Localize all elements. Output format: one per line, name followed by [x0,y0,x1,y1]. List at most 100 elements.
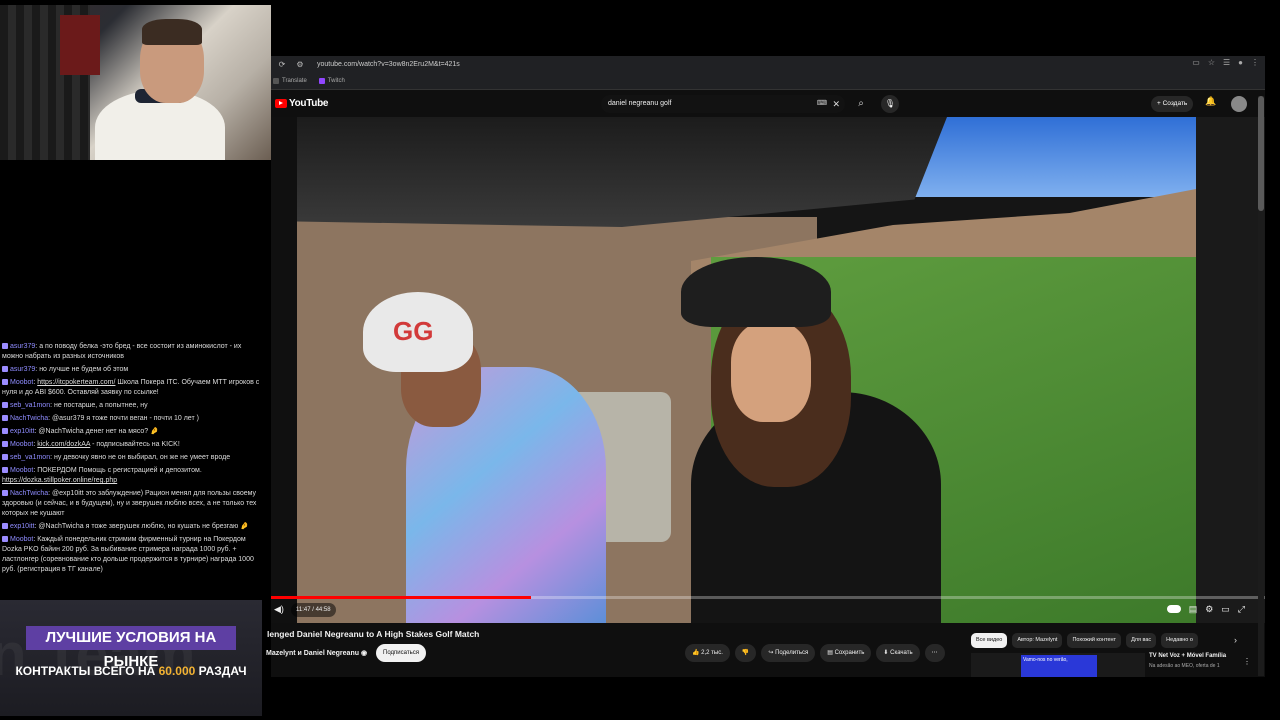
site-info-icon[interactable]: ⚙ [293,58,307,72]
chat-username[interactable]: NachTwicha [10,490,48,497]
chat-username[interactable]: Moobot [10,467,33,474]
dislike-button[interactable]: 👎 [734,644,757,662]
chat-message: seb_va1mon: не постарше, а попытнее, ну [0,401,262,414]
chip-for-you[interactable]: Для вас [1126,633,1157,648]
like-icon: 👍 [692,650,700,656]
page-scrollbar[interactable] [1258,96,1264,676]
woman-face [731,322,811,422]
chat-link[interactable]: kick.com/dozkAA [37,441,90,448]
chat-username[interactable]: exp10itt [10,428,35,435]
bookmark-label: Twitch [327,78,345,84]
chat-text: не постарше, а попытнее, ну [53,402,148,409]
download-icon: ⬇ [883,650,889,656]
settings-gear-icon[interactable]: ⚙ [1205,604,1213,615]
gg-logo: GG [393,316,434,346]
chip-author[interactable]: Автор: Mazelynt [1012,633,1063,648]
chat-username[interactable]: asur379 [10,366,35,373]
avatar[interactable] [1231,96,1247,112]
channel-name[interactable]: Mazelynt и Daniel Negreanu ◉ [266,649,367,657]
chat-link[interactable]: https://dozka.stillpoker.online/reg.php [2,477,117,484]
bookmark-twitch[interactable]: Twitch [318,78,345,84]
url-field[interactable]: youtube.com/watch?v=3ow8n2Eru2M&t=421s [317,61,460,68]
chat-message: NachTwicha: @exp10itt это заблуждение) Р… [2,490,257,517]
youtube-logo[interactable]: YouTube [275,98,329,109]
more-actions-button[interactable]: ⋯ [924,644,945,662]
woman-cap [681,257,831,327]
promo-subline: КОНТРАКТЫ ВСЕГО НА 60.000 РАЗДАЧ [0,664,262,678]
chat-username[interactable]: Moobot [10,441,33,448]
recommendation-thumbnail[interactable]: Vamo-nos no verão, [971,653,1145,677]
clear-search-icon[interactable]: ✕ [832,95,840,113]
share-button[interactable]: ↪ Поделиться [761,644,816,662]
scrollbar-thumb[interactable] [1258,96,1264,211]
chip-recent[interactable]: Недавно о [1161,633,1198,648]
chat-badge-icon [2,366,8,373]
chat-text: @asur379 я тоже почти веган - почти 10 л… [52,415,199,422]
chat-badge-icon [2,454,8,461]
ad-thumbnail-text: Vamo-nos no verão, [1021,655,1097,677]
save-icon: ▤ [827,650,833,656]
search-input[interactable]: daniel negreanu golf ⌨ ✕ [601,95,845,113]
microphone-icon[interactable]: 🎙 [881,95,899,113]
cast-icon[interactable]: ▭ [1192,58,1200,67]
chat-username[interactable]: seb_va1mon [10,454,50,461]
chat-username[interactable]: NachTwicha [10,415,48,422]
chat-username[interactable]: Moobot [10,379,33,386]
chat-message: exp10itt: @NachTwicha денег нет на мясо?… [0,427,262,440]
share-icon: ↪ [768,650,774,656]
bookmark-star-icon[interactable]: ☆ [1208,58,1215,67]
chat-text: но лучше не будем об этом [39,366,129,373]
search-query: daniel negreanu golf [608,100,672,107]
reload-icon[interactable]: ⟳ [275,58,289,72]
create-button[interactable]: + Создать [1151,96,1194,112]
chat-message: Moobot: https://itcpokerteam.com/ Школа … [2,379,260,396]
chevron-right-icon[interactable]: › [1234,635,1237,645]
chat-text: а по поводу белка -это бред - все состои… [2,343,242,360]
like-count: 2,2 тыс. [701,650,723,656]
subscribe-button[interactable]: Подписаться [376,644,426,662]
player-controls: ◀) 11:47 / 44:58 ▤ ⚙ ▭ ⤢ [271,599,1265,623]
chat-text: @NachTwicha денег нет на мясо? 🤌 [38,428,159,435]
subtitles-icon[interactable]: ▤ [1189,604,1198,615]
chat-text: @NachTwicha я тоже зверушек люблю, но ку… [38,523,249,530]
autoplay-toggle[interactable] [1166,605,1181,613]
notifications-bell-icon[interactable]: 🔔 [1205,96,1216,107]
profile-icon[interactable]: ● [1238,58,1243,67]
recommendation-menu-icon[interactable]: ⋮ [1243,657,1251,666]
recommendation-title[interactable]: TV Net Voz + Móvel Família [1149,653,1226,659]
pillarbox-right [1196,117,1265,623]
chat-username[interactable]: asur379 [10,343,35,350]
chat-username[interactable]: seb_va1mon [10,402,50,409]
bookmark-label: Translate [282,78,307,84]
save-button[interactable]: ▤ Сохранить [820,644,872,662]
search-icon[interactable]: ⌕ [849,95,873,113]
chip-related[interactable]: Похожий контент [1067,633,1122,648]
verified-icon: ◉ [360,650,368,657]
chat-badge-icon [2,523,8,530]
chat-message: Moobot: ПОКЕРДОМ Помощь с регистрацией и… [2,467,202,484]
extensions-icon[interactable]: ☰ [1223,58,1230,67]
video-player[interactable]: GG ◀) 11:47 / 44:58 ▤ ⚙ ▭ ⤢ [271,117,1265,623]
chat-link[interactable]: https://itcpokerteam.com/ [37,379,115,386]
chat-message: asur379: а по поводу белка -это бред - в… [2,343,242,360]
bookmark-translate[interactable]: Translate [273,78,307,84]
browser-menu-icon[interactable]: ⋮ [1251,58,1259,67]
download-button[interactable]: ⬇ Скачать [876,644,920,662]
video-title: lenged Daniel Negreanu to A High Stakes … [267,629,480,639]
volume-icon[interactable]: ◀) [274,604,284,615]
background-decor [60,15,100,75]
time-display: 11:47 / 44:58 [291,603,336,617]
fullscreen-icon[interactable]: ⤢ [1238,604,1245,615]
address-bar: ⟳ ⚙ youtube.com/watch?v=3ow8n2Eru2M&t=42… [271,56,1265,73]
chat-username[interactable]: exp10itt [10,523,35,530]
chat-text: ну девочку явно не он выбирал, он же не … [53,454,231,461]
stream-chat: asur379: а по поводу белка -это бред - в… [0,342,262,596]
recommendation-meta: Na adesão ao MEO, oferta de 1 [1149,663,1220,669]
chat-username[interactable]: Moobot [10,536,33,543]
chip-all[interactable]: Все видео [971,633,1008,648]
theater-mode-icon[interactable]: ▭ [1221,604,1230,615]
promo-banner: n Team ЛУЧШИЕ УСЛОВИЯ НА РЫНКЕ КОНТРАКТЫ… [0,600,262,716]
chat-message: exp10itt: @NachTwicha я тоже зверушек лю… [0,522,262,535]
like-button[interactable]: 👍 2,2 тыс. [685,644,730,662]
keyboard-icon[interactable]: ⌨ [817,95,827,113]
